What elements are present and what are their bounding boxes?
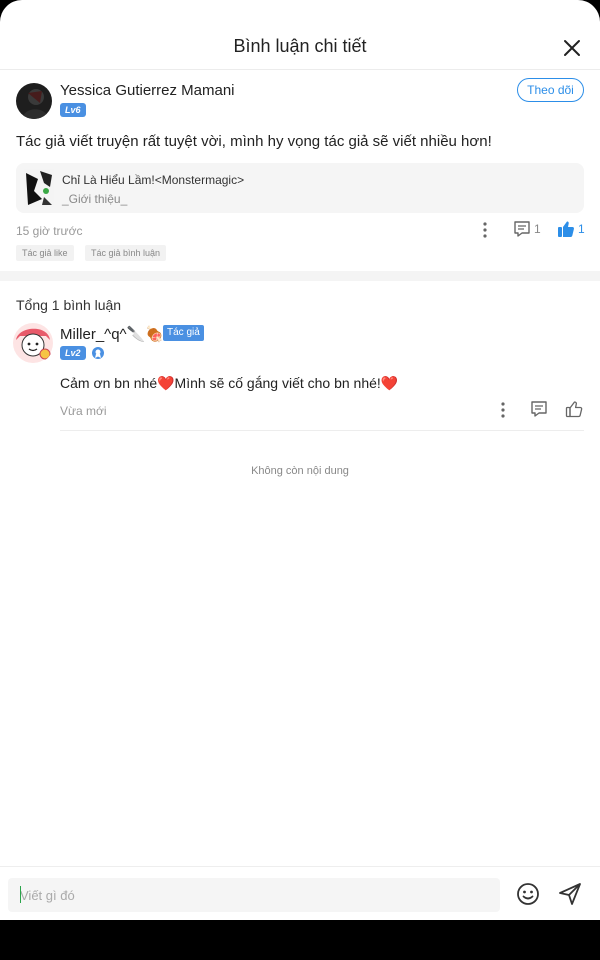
send-icon <box>559 883 581 905</box>
book-card[interactable]: Chỉ Là Hiểu Lầm!<Monstermagic> _Giới thi… <box>16 163 584 213</box>
reply-avatar[interactable] <box>12 322 54 364</box>
send-button[interactable] <box>558 882 582 906</box>
comment-icon <box>531 401 547 417</box>
reply-text: Cảm ơn bn nhé❤️Mình sẽ cố gắng viết cho … <box>60 375 399 391</box>
comment-input-bar <box>0 866 600 920</box>
reply-button[interactable]: 1 <box>513 220 541 238</box>
user-name[interactable]: Yessica Gutierrez Mamani <box>60 82 235 99</box>
emoji-button[interactable] <box>516 882 540 906</box>
reply-level-badge: Lv2 <box>60 346 86 360</box>
thumbs-up-icon <box>558 221 574 237</box>
close-icon <box>564 40 580 56</box>
comment-text: Tác giả viết truyện rất tuyệt vời, mình … <box>16 133 492 150</box>
follow-button[interactable]: Theo dõi <box>517 78 584 102</box>
comment-input[interactable] <box>8 878 500 912</box>
book-title: Chỉ Là Hiểu Lầm!<Monstermagic> <box>62 173 245 187</box>
more-vertical-icon <box>501 402 505 418</box>
reply-divider <box>60 430 584 431</box>
emoji-icon <box>517 883 539 905</box>
medal-icon <box>92 347 104 359</box>
verified-badge <box>91 346 105 360</box>
more-button[interactable] <box>480 221 490 239</box>
comment-time: 15 giờ trước <box>16 224 83 238</box>
page-title: Bình luận chi tiết <box>233 36 367 56</box>
end-of-content: Không còn nội dung <box>251 465 349 477</box>
avatar[interactable] <box>16 83 52 119</box>
comment-icon <box>514 221 530 237</box>
more-vertical-icon <box>483 222 487 238</box>
thumbs-up-outline-icon <box>565 401 583 418</box>
reply-user-name[interactable]: Miller_^q^🔪🍖 <box>60 325 164 343</box>
book-description: _Giới thiệu_ <box>62 192 128 206</box>
reply-count: 1 <box>534 222 541 236</box>
like-button[interactable]: 1 <box>557 220 585 238</box>
reply-more-button[interactable] <box>498 401 508 419</box>
close-button[interactable] <box>558 34 586 62</box>
section-divider <box>0 271 600 281</box>
comment-detail-sheet: Bình luận chi tiết Yessica Gutierrez Mam… <box>0 0 600 920</box>
like-count: 1 <box>578 222 585 236</box>
level-badge: Lv6 <box>60 103 86 117</box>
reply-like-button[interactable] <box>565 400 583 418</box>
reply-time: Vừa mới <box>60 404 107 418</box>
author-tag: Tác giả <box>163 325 204 341</box>
tag-author-liked: Tác giả like <box>16 245 74 261</box>
reply-comment-button[interactable] <box>530 400 548 418</box>
text-caret <box>20 886 21 903</box>
header: Bình luận chi tiết <box>0 0 600 70</box>
tag-author-commented: Tác giả bình luận <box>85 245 167 261</box>
book-cover <box>24 169 54 207</box>
replies-total: Tổng 1 bình luận <box>16 297 122 313</box>
